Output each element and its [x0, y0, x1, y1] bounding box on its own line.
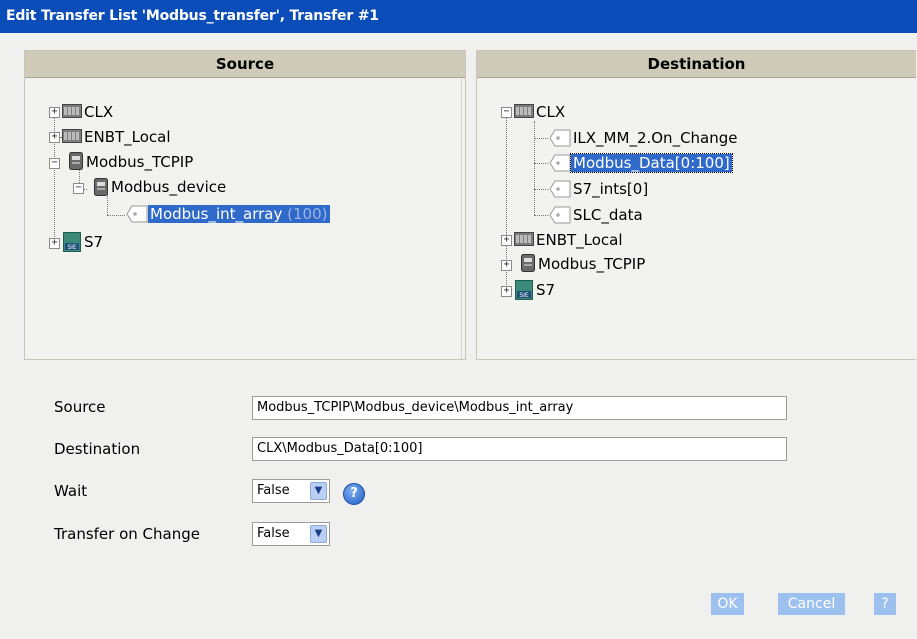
plc-rack-icon	[62, 104, 82, 118]
tree-item-s7[interactable]: S7	[534, 281, 557, 299]
collapse-icon[interactable]: −	[49, 158, 60, 169]
expand-icon[interactable]: +	[49, 132, 60, 143]
wait-select-value: False	[257, 483, 290, 498]
collapse-icon[interactable]: −	[501, 107, 512, 118]
expand-icon[interactable]: +	[49, 107, 60, 118]
tree-item-s7-ints[interactable]: S7_ints[0]	[571, 180, 650, 198]
siemens-plc-icon: SIE	[63, 232, 81, 252]
source-field[interactable]: Modbus_TCPIP\Modbus_device\Modbus_int_ar…	[252, 396, 787, 420]
cancel-button[interactable]: Cancel	[778, 593, 845, 615]
expand-icon[interactable]: +	[501, 260, 512, 271]
expand-icon[interactable]: +	[49, 238, 60, 249]
svg-text:SIE: SIE	[67, 244, 77, 251]
svg-text:SIE: SIE	[519, 292, 529, 299]
tree-item-modbus-int-array[interactable]: Modbus_int_array (100)	[148, 205, 330, 223]
destination-tree: − CLX ILX_MM_2.On_Change Modbus_Data[0:1…	[477, 51, 916, 359]
tree-item-modbus-tcpip[interactable]: Modbus_TCPIP	[536, 255, 647, 273]
tree-item-clx[interactable]: CLX	[534, 103, 567, 121]
destination-panel: Destination − CLX ILX_MM_2.On_Change Mod…	[476, 50, 916, 360]
expand-icon[interactable]: +	[501, 286, 512, 297]
source-tree: + CLX + ENBT_Local − Modbus_TCPIP − Modb…	[25, 51, 465, 359]
expand-icon[interactable]: +	[501, 235, 512, 246]
tag-icon	[549, 154, 571, 172]
source-panel: Source + CLX + ENBT_Local − Modbus_TCPIP…	[24, 50, 466, 360]
help-button[interactable]: ?	[874, 593, 896, 615]
source-label: Source	[54, 398, 106, 416]
transfer-on-change-label: Transfer on Change	[54, 525, 200, 543]
tree-item-modbus-tcpip[interactable]: Modbus_TCPIP	[84, 153, 195, 171]
plc-rack-icon	[514, 232, 534, 246]
tree-item-s7[interactable]: S7	[82, 233, 105, 251]
tree-item-enbt-local[interactable]: ENBT_Local	[534, 231, 625, 249]
destination-field[interactable]: CLX\Modbus_Data[0:100]	[252, 437, 787, 461]
tag-icon	[549, 129, 571, 147]
element-count: (100)	[287, 205, 328, 223]
siemens-plc-icon: SIE	[515, 280, 533, 300]
chevron-down-icon[interactable]: ▼	[310, 482, 327, 500]
destination-label: Destination	[54, 440, 141, 458]
plc-rack-icon	[62, 129, 82, 143]
tag-icon	[126, 205, 148, 223]
transfer-on-change-select[interactable]: False ▼	[252, 522, 330, 546]
transfer-on-change-select-value: False	[257, 526, 290, 541]
tree-item-clx[interactable]: CLX	[82, 103, 115, 121]
help-icon[interactable]: ?	[343, 483, 365, 505]
collapse-icon[interactable]: −	[73, 183, 84, 194]
chevron-down-icon[interactable]: ▼	[310, 525, 327, 543]
device-icon	[94, 178, 108, 196]
wait-select[interactable]: False ▼	[252, 479, 330, 503]
tag-icon	[549, 180, 571, 198]
plc-rack-icon	[514, 104, 534, 118]
tag-icon	[549, 206, 571, 224]
tree-item-slc-data[interactable]: SLC_data	[571, 206, 645, 224]
tree-item-enbt-local[interactable]: ENBT_Local	[82, 128, 173, 146]
tree-item-modbus-data[interactable]: Modbus_Data[0:100]	[570, 153, 733, 173]
window-title: Edit Transfer List 'Modbus_transfer', Tr…	[0, 0, 917, 33]
tree-item-modbus-device[interactable]: Modbus_device	[109, 178, 228, 196]
tree-item-ilx[interactable]: ILX_MM_2.On_Change	[571, 129, 740, 147]
device-icon	[69, 152, 83, 170]
ok-button[interactable]: OK	[711, 593, 744, 615]
wait-label: Wait	[54, 482, 88, 500]
device-icon	[521, 254, 535, 272]
tree-item-label: Modbus_int_array	[150, 205, 283, 223]
